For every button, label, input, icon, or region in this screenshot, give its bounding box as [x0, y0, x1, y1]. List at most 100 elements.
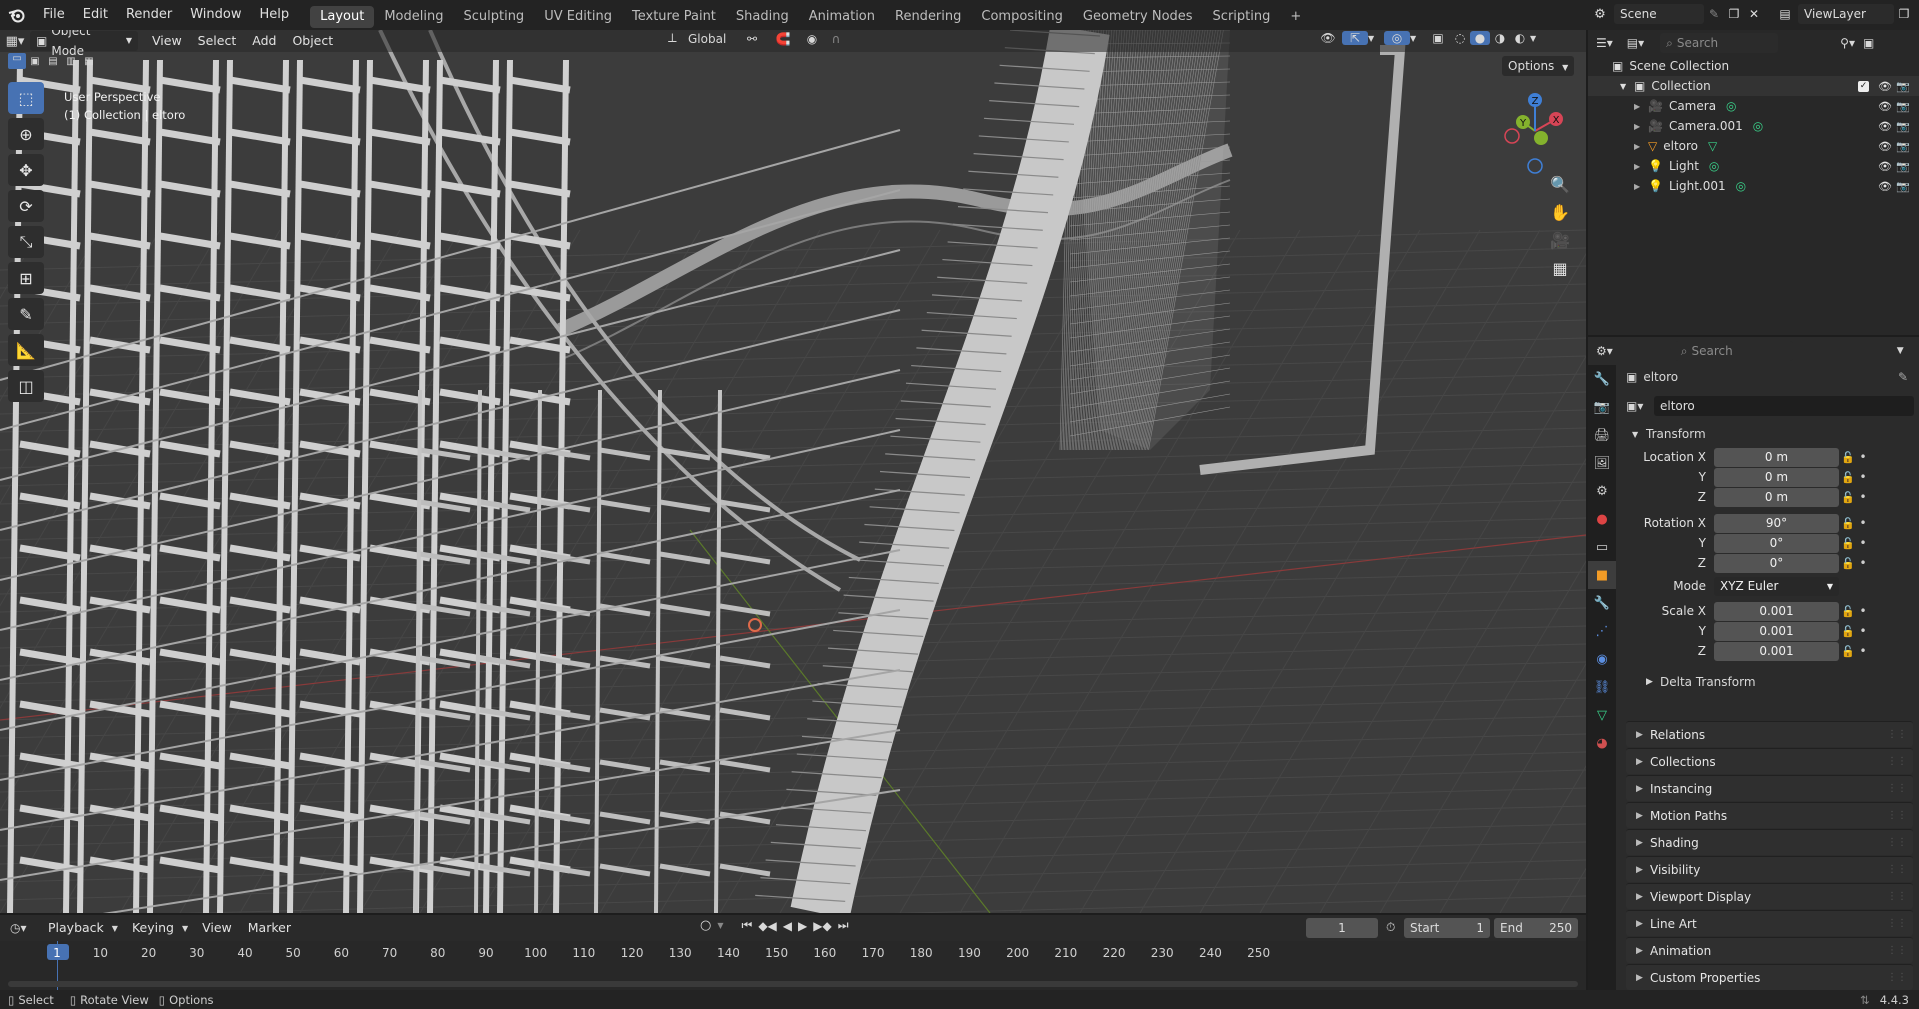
lock-icon[interactable]: 🔓 [1839, 645, 1857, 658]
viewport-scene[interactable] [0, 30, 1586, 913]
location-y-field[interactable]: 0 m [1714, 467, 1839, 487]
autokey-dropdown-icon[interactable]: ▼ [717, 921, 723, 930]
tool-tab-icon[interactable]: 🔧 [1588, 365, 1616, 393]
object-tab-icon[interactable]: ■ [1588, 561, 1616, 589]
properties-editor-icon[interactable]: ⚙▾ [1596, 344, 1613, 358]
select-extend-icon[interactable]: ▣ [26, 56, 44, 67]
outliner-item-light-001[interactable]: ▶ 💡 Light.001 ◎ 👁 📷 [1588, 176, 1919, 196]
add-workspace-button[interactable]: + [1280, 6, 1311, 28]
shading-dropdown-icon[interactable]: ▼ [1530, 34, 1546, 43]
navigation-gizmo[interactable]: Z X Y [1490, 86, 1580, 176]
panel-visibility[interactable]: ▶ Visibility ⋮⋮ [1626, 856, 1913, 882]
tab-geometry-nodes[interactable]: Geometry Nodes [1073, 6, 1203, 28]
eye-icon[interactable]: 👁 [1878, 180, 1892, 193]
gizmo-dropdown-icon[interactable]: ▼ [1368, 34, 1384, 43]
lock-icon[interactable]: 🔓 [1839, 491, 1857, 504]
drag-handle-icon[interactable]: ⋮⋮ [1887, 972, 1907, 983]
keyframe-dot-icon[interactable]: • [1857, 536, 1869, 550]
delete-scene-icon[interactable]: ✕ [1744, 7, 1764, 21]
outliner-search-field[interactable]: ⌕ Search [1660, 33, 1779, 53]
eye-icon[interactable]: 👁 [1878, 160, 1892, 173]
play-reverse-icon[interactable]: ◀ [783, 919, 792, 933]
timeline-menu-keying[interactable]: Keying [124, 917, 182, 939]
tab-modeling[interactable]: Modeling [374, 6, 453, 28]
autokey-record-icon[interactable]: ○ [700, 918, 711, 933]
add-cube-tool-icon[interactable]: ◫ [8, 370, 44, 402]
overlay-dropdown-icon[interactable]: ▼ [1410, 34, 1426, 43]
solid-shading-icon[interactable]: ● [1470, 31, 1490, 45]
3d-viewport[interactable]: ▦▾ ▣ Object Mode ▼ View Select Add Object ⟂… [0, 30, 1586, 913]
select-invert-icon[interactable]: ▥ [62, 56, 80, 67]
end-frame-field[interactable]: End 250 [1494, 918, 1578, 938]
visibility-icon[interactable]: 👁 [1314, 31, 1342, 45]
chevron-right-icon[interactable]: ▶ [1634, 102, 1648, 111]
use-preview-range-icon[interactable]: ⏱ [1386, 920, 1395, 935]
menu-window[interactable]: Window [181, 0, 250, 30]
camera-view-icon[interactable]: 🎥 [1544, 226, 1576, 254]
play-icon[interactable]: ▶ [798, 919, 807, 933]
drag-handle-icon[interactable]: ⋮⋮ [1887, 729, 1907, 740]
jump-end-icon[interactable]: ⏭ [838, 918, 849, 933]
timeline-menu-playback[interactable]: Playback [40, 917, 112, 939]
zoom-icon[interactable]: 🔍 [1544, 170, 1576, 198]
wireframe-shading-icon[interactable]: ◌ [1450, 31, 1470, 45]
scale-y-field[interactable]: 0.001 [1714, 621, 1839, 641]
orientation-selector[interactable]: Global [688, 32, 738, 46]
current-frame-field[interactable]: 1 [1306, 918, 1378, 938]
object-data-icon[interactable]: ◎ [1726, 99, 1736, 113]
particles-tab-icon[interactable]: ⋰ [1588, 617, 1616, 645]
rotate-tool-icon[interactable]: ⟳ [8, 190, 44, 222]
outliner-item-eltoro[interactable]: ▶ ▽ eltoro ▽ 👁 📷 [1588, 136, 1919, 156]
chevron-right-icon[interactable]: ▶ [1634, 122, 1648, 131]
new-collection-icon[interactable]: ▣ [1863, 36, 1874, 50]
viewport-menu-view[interactable]: View [144, 30, 190, 52]
chevron-right-icon[interactable]: ▶ [1634, 142, 1648, 151]
panel-collections[interactable]: ▶ Collections ⋮⋮ [1626, 748, 1913, 774]
panel-shading[interactable]: ▶ Shading ⋮⋮ [1626, 829, 1913, 855]
keyframe-dot-icon[interactable]: • [1857, 644, 1869, 658]
lock-icon[interactable]: 🔓 [1839, 625, 1857, 638]
camera-render-icon[interactable]: 📷 [1896, 80, 1910, 93]
view-layer-tab-icon[interactable]: 🖼 [1588, 449, 1616, 477]
gizmo-neg-y-axis[interactable] [1534, 131, 1548, 145]
xray-icon[interactable]: ▣ [1426, 31, 1450, 45]
chevron-down-icon[interactable]: ▼ [1620, 82, 1634, 91]
keyframe-dot-icon[interactable]: • [1857, 556, 1869, 570]
viewport-menu-add[interactable]: Add [244, 30, 284, 52]
menu-edit[interactable]: Edit [74, 0, 117, 30]
falloff-icon[interactable]: ∩ [824, 32, 848, 46]
blender-logo-icon[interactable] [0, 0, 34, 30]
collection-tab-icon[interactable]: ▭ [1588, 533, 1616, 561]
next-keyframe-icon[interactable]: ▶◆ [813, 919, 831, 933]
chevron-right-icon[interactable]: ▶ [1634, 182, 1648, 191]
eye-icon[interactable]: 👁 [1878, 100, 1892, 113]
measure-tool-icon[interactable]: 📐 [8, 334, 44, 366]
timeline-scrollbar[interactable] [8, 981, 1578, 987]
mode-selector[interactable]: ▣ Object Mode ▼ [30, 30, 138, 58]
object-data-icon[interactable]: ◎ [1709, 159, 1719, 173]
menu-help[interactable]: Help [251, 0, 299, 30]
scale-z-field[interactable]: 0.001 [1714, 641, 1839, 661]
scale-x-field[interactable]: 0.001 [1714, 601, 1839, 621]
filter-icon[interactable]: ⚲▾ [1840, 36, 1855, 50]
keyframe-dot-icon[interactable]: • [1857, 490, 1869, 504]
scene-collection-row[interactable]: ▣ Scene Collection [1588, 56, 1919, 76]
object-data-icon[interactable]: ▽ [1708, 139, 1717, 153]
lock-icon[interactable]: 🔓 [1839, 537, 1857, 550]
drag-handle-icon[interactable]: ⋮⋮ [1887, 918, 1907, 929]
panel-relations[interactable]: ▶ Relations ⋮⋮ [1626, 721, 1913, 747]
move-tool-icon[interactable]: ✥ [8, 154, 44, 186]
select-new-icon[interactable]: ▭ [8, 53, 26, 69]
outliner-item-camera[interactable]: ▶ 🎥 Camera ◎ 👁 📷 [1588, 96, 1919, 116]
scale-tool-icon[interactable]: ⤡ [8, 226, 44, 258]
drag-handle-icon[interactable]: ⋮⋮ [1887, 783, 1907, 794]
menu-render[interactable]: Render [117, 0, 181, 30]
outliner-editor-icon[interactable]: ☰▾ [1596, 36, 1613, 50]
tab-texture-paint[interactable]: Texture Paint [622, 6, 726, 28]
rendered-shading-icon[interactable]: ◐ [1510, 31, 1530, 45]
keyframe-dot-icon[interactable]: • [1857, 604, 1869, 618]
annotate-tool-icon[interactable]: ✎ [8, 298, 44, 330]
panel-animation[interactable]: ▶ Animation ⋮⋮ [1626, 937, 1913, 963]
rotation-x-field[interactable]: 90° [1714, 513, 1839, 533]
physics-tab-icon[interactable]: ◉ [1588, 645, 1616, 673]
